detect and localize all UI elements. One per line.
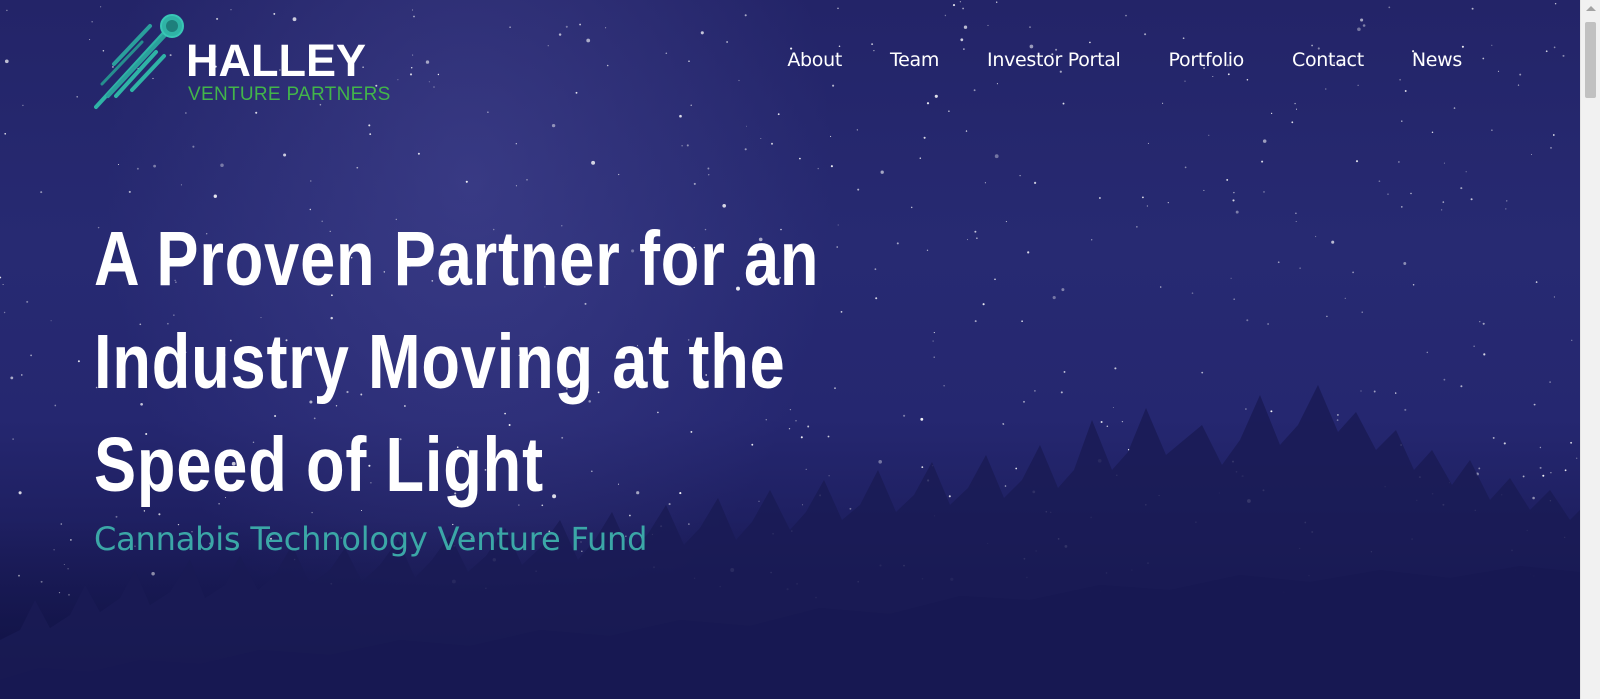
hero-headline: A Proven Partner for an Industry Moving … [94,208,832,517]
hero-headline-line-1: A Proven Partner for an [94,216,820,302]
page-scrollbar[interactable] [1580,0,1600,699]
hero-headline-line-3: Speed of Light [94,422,544,508]
hero-headline-line-2: Industry Moving at the [94,319,786,405]
logo-title: HALLEY [186,35,366,86]
main-navigation: About Team Investor Portal Portfolio Con… [739,46,1462,74]
scroll-up-arrow-icon[interactable] [1586,6,1596,11]
nav-link-investor-portal[interactable]: Investor Portal [987,46,1121,74]
nav-link-team[interactable]: Team [890,46,939,74]
logo-subtitle: VENTURE PARTNERS [188,84,391,105]
nav-link-news[interactable]: News [1412,46,1462,74]
hero-tagline: Cannabis Technology Venture Fund [94,520,648,558]
nav-link-about[interactable]: About [787,46,842,74]
scrollbar-thumb[interactable] [1585,22,1596,98]
nav-link-portfolio[interactable]: Portfolio [1169,46,1245,74]
nav-link-contact[interactable]: Contact [1292,46,1364,74]
brand-logo[interactable]: HALLEY VENTURE PARTNERS [94,12,394,112]
page-viewport: HALLEY VENTURE PARTNERS About Team Inves… [0,0,1600,699]
hero-section: HALLEY VENTURE PARTNERS About Team Inves… [0,0,1580,699]
comet-icon [94,14,184,109]
